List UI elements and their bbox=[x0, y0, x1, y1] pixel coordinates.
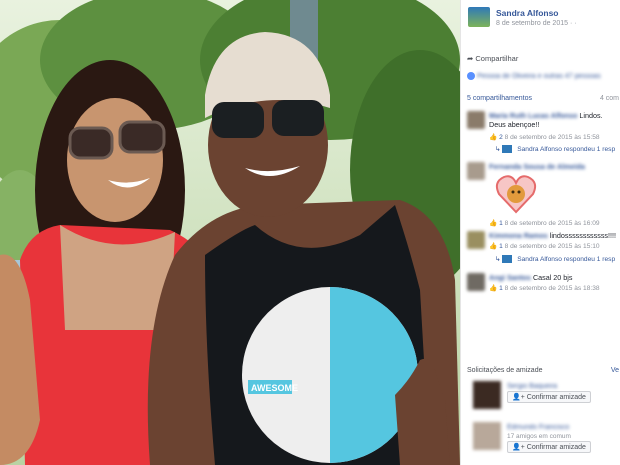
comment-text: Casal 20 bjs bbox=[532, 273, 573, 282]
comment-text: lindossssssssssss!!!! bbox=[549, 231, 617, 240]
share-button[interactable]: ➦ Compartilhar bbox=[467, 54, 518, 63]
thumbs-up-icon: 👍 bbox=[489, 134, 498, 141]
shirt-text: AWESOME bbox=[251, 383, 298, 393]
commenter-avatar[interactable] bbox=[467, 231, 485, 249]
reply-arrow-icon: ↳ bbox=[495, 146, 501, 153]
post-author[interactable]: Sandra Alfonso bbox=[496, 8, 559, 18]
friend-avatar[interactable] bbox=[473, 422, 501, 450]
comment-date[interactable]: 8 de setembro de 2015 às 18:38 bbox=[505, 285, 600, 292]
comment-likes[interactable]: 1 bbox=[499, 243, 503, 250]
comment-reply[interactable]: ↳ Sandra Alfonso respondeu 1 resp bbox=[495, 255, 616, 264]
comment-meta: 👍 1 8 de setembro de 2015 às 15:10 bbox=[489, 242, 600, 250]
thumbs-up-icon: 👍 bbox=[489, 243, 498, 250]
mutual-friends[interactable]: 17 amigos em comum bbox=[507, 433, 571, 440]
reply-count: 1 resp bbox=[596, 256, 616, 263]
confirm-friend-label: Confirmar amizade bbox=[526, 394, 586, 401]
reply-author: Sandra Alfonso respondeu bbox=[517, 146, 595, 153]
confirm-friend-button[interactable]: 👤+ Confirmar amizade bbox=[507, 391, 591, 403]
share-icon: ➦ bbox=[467, 54, 474, 63]
comment-body: Fernanda Sousa de Almeida bbox=[489, 162, 620, 171]
comment-body: Kimmona Ramos lindossssssssssss!!!! bbox=[489, 231, 620, 240]
post-date[interactable]: 8 de setembro de 2015 · · bbox=[496, 20, 577, 27]
friend-avatar[interactable] bbox=[473, 381, 501, 409]
comment-likes[interactable]: 1 bbox=[499, 220, 503, 227]
reply-arrow-icon: ↳ bbox=[495, 256, 501, 263]
comments-count[interactable]: 4 com bbox=[600, 95, 619, 102]
thumbs-up-icon: 👍 bbox=[489, 220, 498, 227]
commenter-avatar[interactable] bbox=[467, 111, 485, 129]
comment-likes[interactable]: 1 bbox=[499, 285, 503, 292]
add-friend-icon: 👤+ bbox=[512, 444, 525, 451]
comment-author[interactable]: Angi Santos bbox=[489, 273, 531, 282]
comment-meta: 👍 2 8 de setembro de 2015 às 15:58 bbox=[489, 133, 600, 141]
add-friend-icon: 👤+ bbox=[512, 394, 525, 401]
comment-meta: 👍 1 8 de setembro de 2015 às 16:09 bbox=[489, 219, 600, 227]
reply-avatar bbox=[502, 255, 513, 264]
comment-body: Maria Ruth Lucas Alfonso Lindos. Deus ab… bbox=[489, 111, 620, 129]
comment-body: Angi Santos Casal 20 bjs bbox=[489, 273, 620, 282]
likes-text: Pessoa de Oliveira e outras 47 pessoas bbox=[476, 72, 601, 80]
comment-author[interactable]: Maria Ruth Lucas Alfonso bbox=[489, 111, 577, 120]
post-photo[interactable]: AWESOME bbox=[0, 0, 460, 465]
comment-likes[interactable]: 2 bbox=[499, 134, 503, 141]
likes-summary[interactable]: Pessoa de Oliveira e outras 47 pessoas bbox=[467, 72, 601, 80]
comment-date[interactable]: 8 de setembro de 2015 às 15:58 bbox=[505, 134, 600, 141]
thumbs-up-icon: 👍 bbox=[489, 285, 498, 292]
friend-name[interactable]: Edmundo Francisco bbox=[507, 424, 569, 431]
friend-name[interactable]: Sergio Baqueira bbox=[507, 383, 557, 390]
comment-reply[interactable]: ↳ Sandra Alfonso respondeu 1 resp bbox=[495, 145, 616, 154]
comment-meta: 👍 1 8 de setembro de 2015 às 18:38 bbox=[489, 284, 600, 292]
commenter-avatar[interactable] bbox=[467, 273, 485, 291]
friend-requests-see-all[interactable]: Ve bbox=[611, 367, 619, 374]
author-avatar[interactable] bbox=[468, 7, 490, 27]
comment-author[interactable]: Kimmona Ramos bbox=[489, 231, 548, 240]
commenter-avatar[interactable] bbox=[467, 162, 485, 180]
share-label: Compartilhar bbox=[475, 54, 519, 63]
reply-count: 1 resp bbox=[596, 146, 616, 153]
heart-sticker-icon bbox=[495, 175, 537, 214]
comment-date[interactable]: 8 de setembro de 2015 às 15:10 bbox=[505, 243, 600, 250]
reply-avatar bbox=[502, 145, 513, 154]
comment-date[interactable]: 8 de setembro de 2015 às 16:09 bbox=[505, 220, 600, 227]
shares-count[interactable]: 5 compartilhamentos bbox=[467, 95, 532, 102]
confirm-friend-label: Confirmar amizade bbox=[526, 444, 586, 451]
confirm-friend-button[interactable]: 👤+ Confirmar amizade bbox=[507, 441, 591, 453]
friend-requests-title: Solicitações de amizade bbox=[467, 367, 543, 374]
comment-author[interactable]: Fernanda Sousa de Almeida bbox=[489, 162, 585, 171]
post-sidebar: Sandra Alfonso 8 de setembro de 2015 · ·… bbox=[460, 0, 620, 465]
post-header: Sandra Alfonso 8 de setembro de 2015 · · bbox=[461, 0, 620, 44]
like-icon bbox=[467, 72, 475, 80]
reply-author: Sandra Alfonso respondeu bbox=[517, 256, 595, 263]
